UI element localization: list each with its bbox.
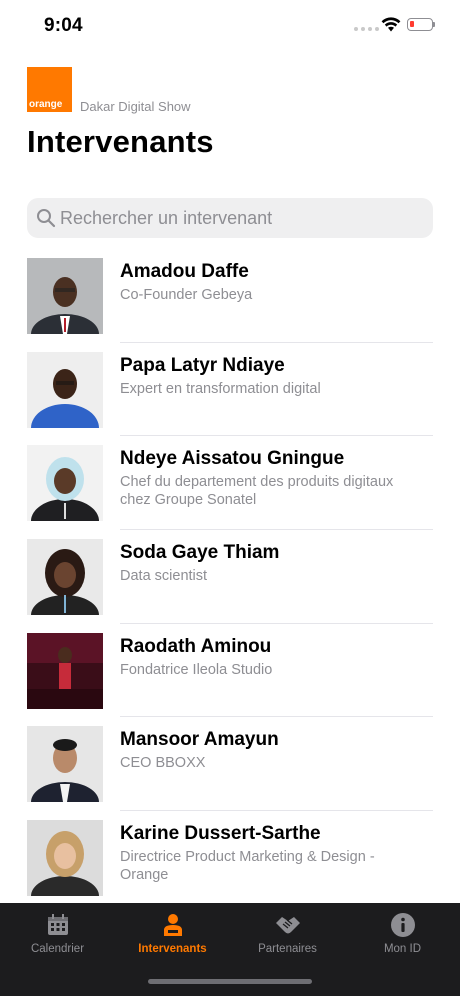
speaker-row[interactable]: Mansoor Amayun CEO BBOXX (0, 717, 460, 812)
speaker-name: Soda Gaye Thiam (120, 542, 280, 564)
handshake-icon (276, 917, 300, 934)
speaker-row[interactable]: Raodath Aminou Fondatrice Ileola Studio (0, 624, 460, 718)
battery-icon (407, 18, 435, 31)
status-bar: 9:04 (0, 0, 460, 52)
speaker-role: Fondatrice Ileola Studio (120, 661, 273, 678)
speaker-row[interactable]: Ndeye Aissatou Gningue Chef du departeme… (0, 436, 460, 531)
speaker-row[interactable]: Amadou Daffe Co-Founder Gebeya (0, 249, 460, 343)
search-icon (37, 209, 56, 228)
speaker-photo (27, 820, 103, 897)
speaker-icon (164, 914, 182, 936)
tab-intervenants[interactable]: Intervenants (115, 903, 230, 973)
speaker-row[interactable]: Soda Gaye Thiam Data scientist (0, 530, 460, 624)
calendar-icon (48, 914, 68, 935)
speaker-role: Data scientist (120, 568, 208, 585)
speaker-name: Ndeye Aissatou Gningue (120, 448, 345, 470)
event-name: Dakar Digital Show (80, 99, 191, 114)
status-time: 9:04 (44, 15, 83, 36)
page-title: Intervenants (27, 124, 214, 159)
search-bar[interactable] (27, 198, 433, 238)
speaker-role: CEO BBOXX (120, 755, 206, 772)
speaker-photo (27, 351, 103, 428)
wifi-icon (381, 17, 401, 32)
info-icon (391, 913, 415, 937)
cellular-signal-icon (354, 27, 379, 31)
speaker-role: Chef du departement des produits digitau… (120, 474, 394, 509)
speaker-row[interactable]: Papa Latyr Ndiaye Expert en transformati… (0, 343, 460, 437)
speaker-photo (27, 632, 103, 709)
speaker-role: Expert en transformation digital (120, 380, 321, 397)
speaker-row[interactable]: Karine Dussert-Sarthe Directrice Product… (0, 811, 460, 905)
speaker-name: Raodath Aminou (120, 635, 272, 657)
speaker-list: Amadou Daffe Co-Founder Gebeya Papa Laty… (0, 249, 460, 905)
speaker-name: Mansoor Amayun (120, 729, 279, 751)
speaker-name: Amadou Daffe (120, 261, 249, 282)
tab-label: Mon ID (383, 943, 422, 955)
tab-label: Partenaires (258, 943, 317, 955)
search-input[interactable] (60, 198, 425, 238)
speaker-photo (27, 539, 103, 616)
tab-label: Intervenants (138, 943, 207, 955)
tab-calendrier[interactable]: Calendrier (0, 903, 115, 973)
orange-logo: orange (27, 67, 72, 112)
tab-label: Calendrier (30, 943, 85, 955)
speaker-photo (27, 445, 103, 522)
tab-mon-id[interactable]: Mon ID (345, 903, 460, 973)
tab-partenaires[interactable]: Partenaires (230, 903, 345, 973)
home-indicator[interactable] (148, 979, 312, 984)
speaker-role: Directrice Product Marketing & Design - … (120, 849, 375, 884)
speaker-photo (27, 258, 103, 334)
speaker-name: Karine Dussert-Sarthe (120, 823, 321, 845)
speaker-photo (27, 726, 103, 803)
speaker-role: Co-Founder Gebeya (120, 287, 253, 303)
speaker-name: Papa Latyr Ndiaye (120, 354, 285, 376)
